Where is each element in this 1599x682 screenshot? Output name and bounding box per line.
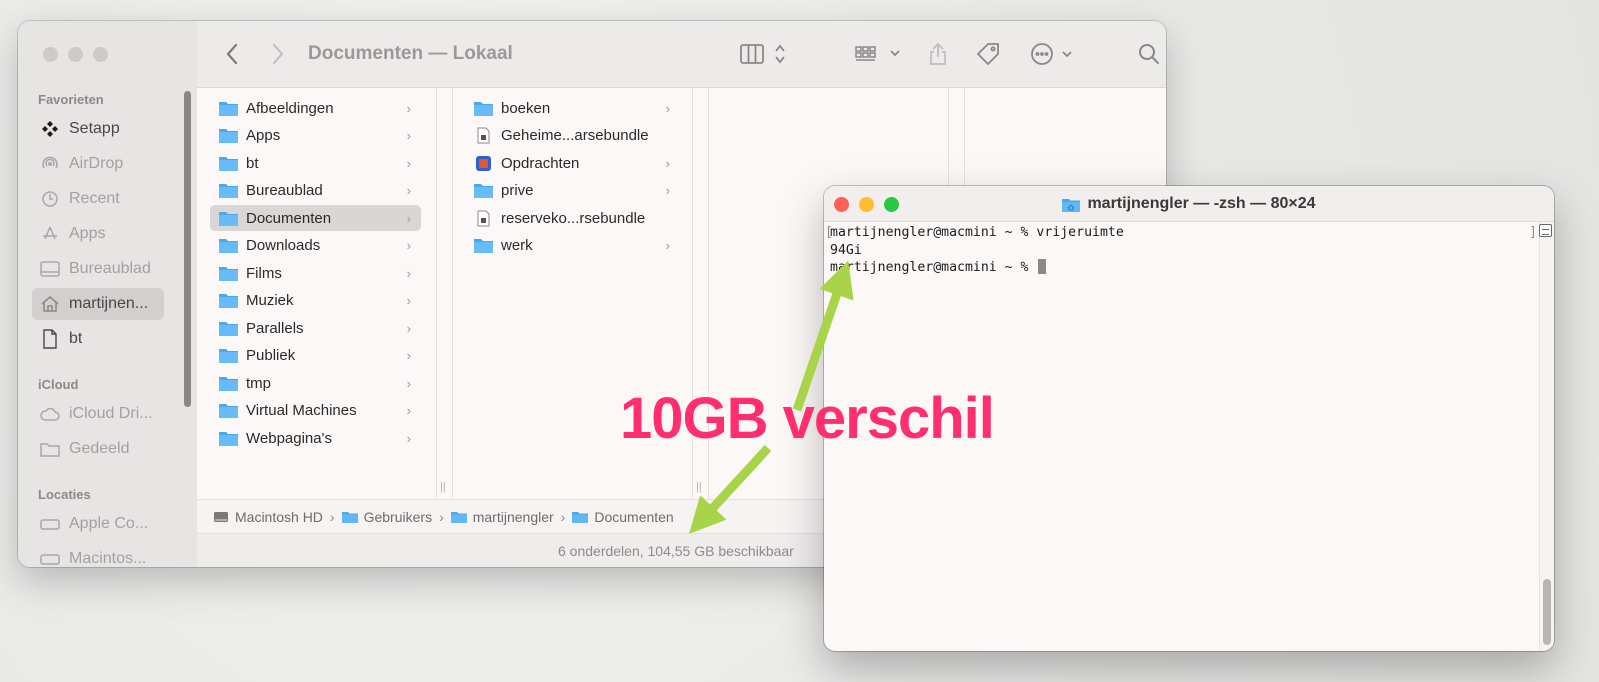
annotation-label: 10GB verschil bbox=[620, 386, 995, 451]
arrow-to-status-bar bbox=[689, 444, 772, 534]
annotation-arrows bbox=[689, 260, 854, 534]
